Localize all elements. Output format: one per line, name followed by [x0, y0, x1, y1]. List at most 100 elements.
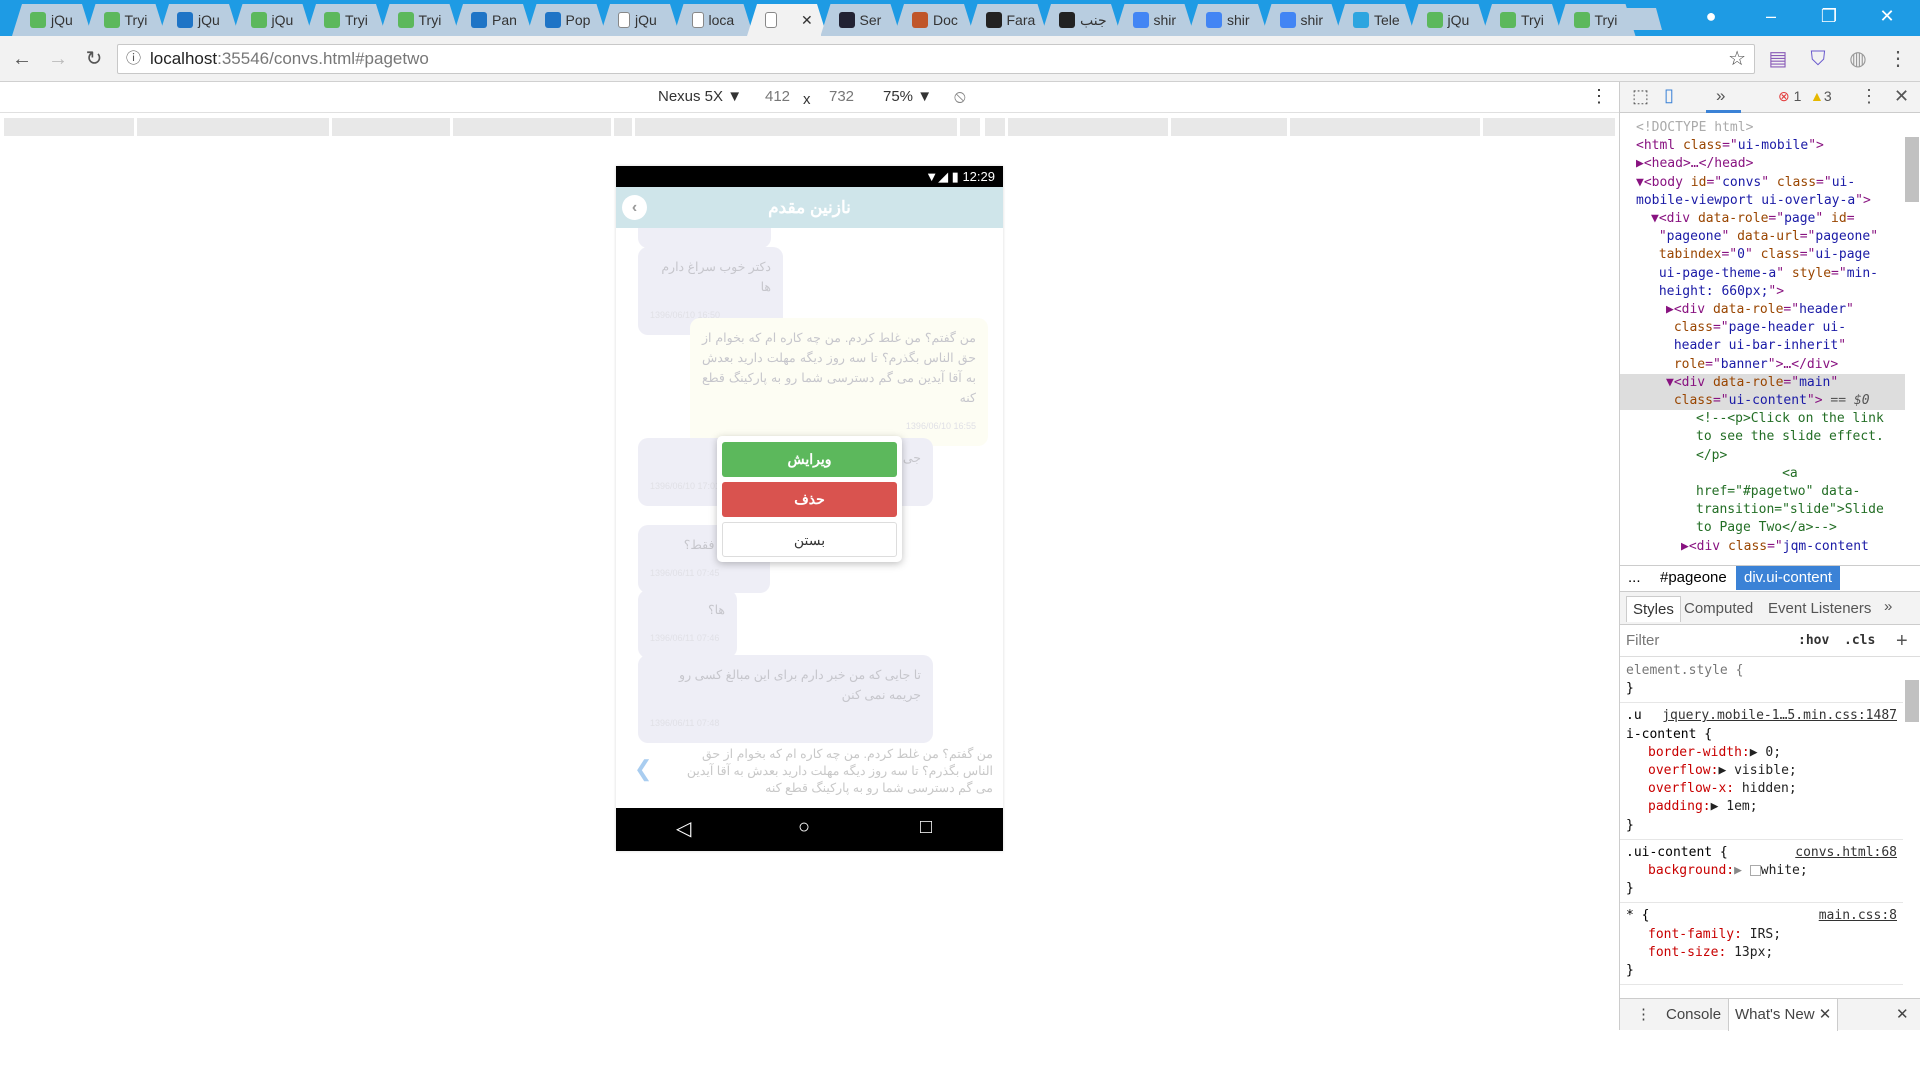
- dom-node-line[interactable]: <!DOCTYPE html>: [1620, 119, 1905, 137]
- styles-scrollbar[interactable]: [1905, 680, 1919, 722]
- hov-toggle[interactable]: :hov: [1798, 625, 1829, 657]
- browser-tab[interactable]: jQu: [1408, 4, 1489, 36]
- dom-node-line[interactable]: mobile-viewport ui-overlay-a">: [1620, 192, 1905, 210]
- dom-node-line[interactable]: href="#pagetwo" data-: [1620, 483, 1905, 501]
- browser-tab[interactable]: جنب: [1041, 4, 1121, 36]
- drawer-close-icon[interactable]: ✕: [1896, 999, 1909, 1031]
- extension-globe-icon[interactable]: ◍: [1844, 44, 1872, 74]
- tab-event-listeners[interactable]: Event Listeners: [1768, 600, 1871, 617]
- error-count[interactable]: ⊗ 1: [1778, 88, 1801, 105]
- delete-button[interactable]: حذف: [722, 482, 897, 517]
- dom-node-line[interactable]: <html class="ui-mobile">: [1620, 137, 1905, 155]
- message-input[interactable]: من گفتم؟ من غلط کردم. من چه کاره ام که ب…: [616, 740, 1003, 808]
- cls-toggle[interactable]: .cls: [1844, 625, 1875, 657]
- dom-node-line[interactable]: class="page-header ui-: [1620, 319, 1905, 337]
- dom-node-line[interactable]: class="ui-content"> == $0: [1620, 392, 1905, 411]
- inspect-icon[interactable]: ⬚: [1632, 86, 1649, 107]
- browser-tab[interactable]: ✕: [747, 4, 827, 36]
- browser-tab[interactable]: Tryi: [379, 4, 460, 36]
- address-bar[interactable]: ⓘ localhost:35546/convs.html#pagetwo ☆: [117, 44, 1755, 74]
- dom-node-line[interactable]: tabindex="0" class="ui-page: [1620, 246, 1905, 264]
- elements-tree[interactable]: <!DOCTYPE html> <html class="ui-mobile"> ▶…: [1620, 113, 1905, 563]
- dom-node-line[interactable]: ▼<div data-role="page" id=: [1620, 210, 1905, 228]
- dom-node-line[interactable]: <a: [1620, 465, 1905, 483]
- info-icon[interactable]: ⓘ: [126, 45, 141, 73]
- device-more-icon[interactable]: ⋮: [1590, 86, 1608, 107]
- message-bubble[interactable]: ها؟ 1396/06/11 07:46: [638, 590, 737, 658]
- browser-tab[interactable]: Tryi: [85, 4, 166, 36]
- crumb-more[interactable]: ...: [1628, 566, 1641, 590]
- dom-node-line[interactable]: header ui-bar-inherit": [1620, 337, 1905, 355]
- warning-count[interactable]: ▲3: [1810, 88, 1832, 104]
- source-link[interactable]: convs.html:68: [1795, 844, 1897, 862]
- nav-home-icon[interactable]: ○: [798, 816, 810, 839]
- back-button[interactable]: ←: [8, 44, 36, 74]
- browser-tab[interactable]: Pop: [526, 4, 607, 36]
- reload-button[interactable]: ↻: [80, 44, 108, 74]
- bookmark-star-icon[interactable]: ☆: [1728, 45, 1746, 73]
- extension-pdf-icon[interactable]: ▤: [1764, 44, 1792, 74]
- device-toggle-icon[interactable]: ▯: [1664, 85, 1674, 106]
- more-panels-icon[interactable]: »: [1716, 86, 1725, 106]
- browser-tab[interactable]: Tryi: [306, 4, 386, 36]
- back-chevron-icon[interactable]: ‹: [622, 195, 647, 220]
- dom-node-line[interactable]: </p>: [1620, 447, 1905, 465]
- media-query-bar[interactable]: [0, 118, 1619, 136]
- browser-tab[interactable]: Fara: [967, 4, 1048, 36]
- height-input[interactable]: 732: [829, 88, 854, 105]
- tab-console[interactable]: Console: [1666, 999, 1721, 1031]
- color-swatch[interactable]: [1749, 865, 1761, 877]
- more-tabs-icon[interactable]: »: [1884, 598, 1892, 615]
- devtools-close-icon[interactable]: ✕: [1894, 86, 1909, 107]
- dom-node-line[interactable]: <!--<p>Click on the link: [1620, 410, 1905, 428]
- nav-back-icon[interactable]: ◁: [676, 816, 691, 841]
- message-bubble[interactable]: تا جایی که من خبر دارم برای این مبالغ کس…: [638, 655, 933, 743]
- browser-tab[interactable]: Tryi: [1482, 4, 1562, 36]
- profile-icon[interactable]: ●: [1688, 0, 1734, 32]
- dom-node-line[interactable]: ui-page-theme-a" style="min-: [1620, 265, 1905, 283]
- dom-node-line[interactable]: ▶<div class="jqm-content: [1620, 538, 1905, 556]
- browser-tab[interactable]: jQu: [600, 4, 680, 36]
- send-icon[interactable]: ❮: [634, 756, 652, 782]
- rotate-icon[interactable]: ⦸: [954, 86, 966, 107]
- device-select[interactable]: Nexus 5X ▼: [658, 88, 742, 105]
- message-bubble[interactable]: من گفتم؟ من غلط کردم. من چه کاره ام که ب…: [690, 318, 988, 446]
- browser-tab[interactable]: shir: [1261, 4, 1342, 36]
- browser-tab[interactable]: shir: [1114, 4, 1195, 36]
- extension-shield-icon[interactable]: ⛉: [1804, 44, 1832, 74]
- dom-node-line[interactable]: ▼<body id="convs" class="ui-: [1620, 174, 1905, 192]
- source-link[interactable]: main.css:8: [1819, 907, 1897, 925]
- browser-tab[interactable]: Doc: [894, 4, 974, 36]
- browser-tab[interactable]: loca: [673, 4, 754, 36]
- dom-node-line[interactable]: to see the slide effect.: [1620, 428, 1905, 446]
- dom-node-line[interactable]: ▼<div data-role="main": [1620, 373, 1905, 393]
- dom-node-line[interactable]: transition="slide">Slide: [1620, 501, 1905, 519]
- zoom-select[interactable]: 75% ▼: [883, 88, 932, 105]
- crumb-pageone[interactable]: #pageone: [1660, 566, 1727, 590]
- browser-tab[interactable]: Pan: [453, 4, 533, 36]
- dom-node-line[interactable]: "pageone" data-url="pageone": [1620, 228, 1905, 246]
- browser-tab[interactable]: shir: [1188, 4, 1268, 36]
- dom-node-line[interactable]: ▶<div data-role="header": [1620, 301, 1905, 319]
- add-rule-icon[interactable]: +: [1896, 625, 1908, 657]
- nav-recents-icon[interactable]: □: [920, 816, 932, 839]
- dom-node-line[interactable]: to Page Two</a>-->: [1620, 519, 1905, 537]
- tab-whats-new[interactable]: What's New ✕: [1728, 999, 1839, 1031]
- devtools-menu-icon[interactable]: ⋮: [1860, 86, 1878, 107]
- filter-input[interactable]: Filter: [1626, 625, 1659, 657]
- close-tab-icon[interactable]: ✕: [801, 12, 813, 29]
- browser-tab[interactable]: jQu: [159, 4, 239, 36]
- source-link[interactable]: jquery.mobile-1…5.min.css:1487: [1662, 707, 1897, 725]
- close-window-button[interactable]: ✕: [1864, 0, 1910, 32]
- dom-node-line[interactable]: height: 660px;">: [1620, 283, 1905, 301]
- crumb-ui-content[interactable]: div.ui-content: [1736, 566, 1841, 590]
- chrome-menu-icon[interactable]: ⋮: [1884, 44, 1912, 74]
- tab-computed[interactable]: Computed: [1684, 600, 1753, 617]
- minimize-button[interactable]: –: [1748, 0, 1794, 32]
- close-button[interactable]: بستن: [722, 522, 897, 557]
- tab-styles[interactable]: Styles: [1626, 596, 1681, 622]
- edit-button[interactable]: ویرایش: [722, 442, 897, 477]
- dom-node-line[interactable]: ▶<head>…</head>: [1620, 155, 1905, 173]
- maximize-button[interactable]: ❐: [1806, 0, 1852, 32]
- width-input[interactable]: 412: [765, 88, 790, 105]
